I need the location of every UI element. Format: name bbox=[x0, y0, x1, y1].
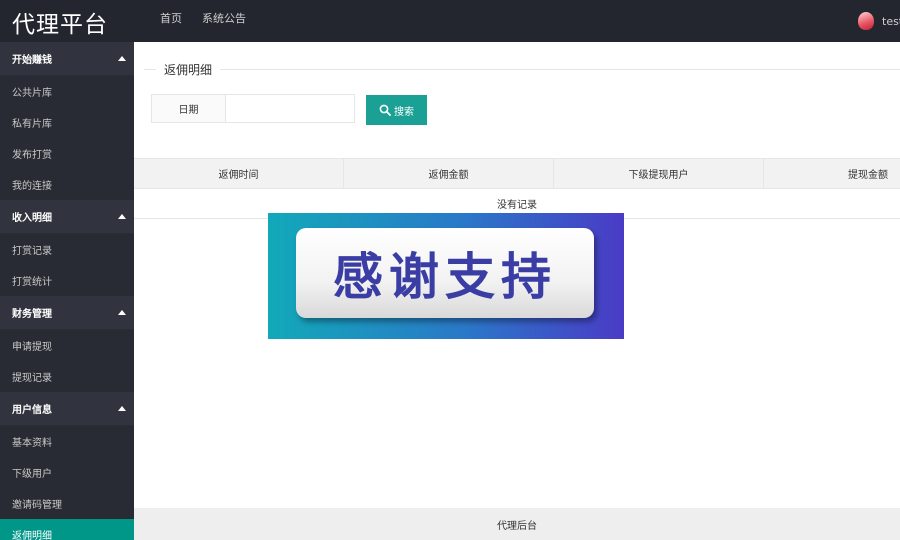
sidebar-item-my-links[interactable]: 我的连接 bbox=[0, 169, 134, 200]
search-button[interactable]: 搜索 bbox=[366, 95, 427, 125]
sidebar-group-label: 开始赚钱 bbox=[12, 55, 52, 66]
sidebar-item-reward-records[interactable]: 打赏记录 bbox=[0, 234, 134, 265]
sidebar-group-finance[interactable]: 财务管理 bbox=[0, 296, 134, 330]
sidebar-item-commission[interactable]: 返佣明细 bbox=[0, 519, 134, 540]
sidebar-item-sub-users[interactable]: 下级用户 bbox=[0, 457, 134, 488]
nav-home[interactable]: 首页 bbox=[150, 0, 192, 42]
sidebar-item-publish-reward[interactable]: 发布打赏 bbox=[0, 138, 134, 169]
search-button-label: 搜索 bbox=[394, 106, 414, 118]
table-header: 返佣时间 返佣金额 下级提现用户 提现金额 bbox=[134, 158, 900, 189]
footer: 代理后台 bbox=[134, 508, 900, 540]
sidebar-group-label: 用户信息 bbox=[12, 405, 52, 416]
banner-text: 感谢支持 bbox=[333, 248, 557, 306]
date-input[interactable] bbox=[225, 94, 355, 123]
page-title: 返佣明细 bbox=[156, 61, 221, 78]
sidebar-group-income[interactable]: 收入明细 bbox=[0, 200, 134, 234]
sidebar-item-reward-stats[interactable]: 打赏统计 bbox=[0, 265, 134, 296]
thanks-banner: 感谢支持 bbox=[268, 213, 624, 339]
search-icon bbox=[379, 104, 391, 116]
column-header[interactable]: 返佣金额 bbox=[344, 159, 554, 188]
divider bbox=[144, 69, 900, 70]
nav-announcements[interactable]: 系统公告 bbox=[192, 0, 256, 42]
top-header: 代理平台 首页 系统公告 test bbox=[0, 0, 900, 42]
username[interactable]: test bbox=[882, 15, 900, 28]
chevron-up-icon bbox=[118, 56, 126, 61]
sidebar-item-withdraw-records[interactable]: 提现记录 bbox=[0, 361, 134, 392]
top-nav: 首页 系统公告 bbox=[150, 0, 256, 42]
chevron-up-icon bbox=[118, 310, 126, 315]
column-header[interactable]: 提现金额 bbox=[764, 159, 900, 188]
column-header[interactable]: 下级提现用户 bbox=[554, 159, 764, 188]
banner-plate: 感谢支持 bbox=[296, 228, 594, 318]
avatar[interactable] bbox=[858, 12, 874, 30]
sidebar: 开始赚钱 公共片库 私有片库 发布打赏 我的连接 收入明细 打赏记录 打赏统计 … bbox=[0, 42, 134, 540]
sidebar-group-label: 财务管理 bbox=[12, 309, 52, 320]
sidebar-group-label: 收入明细 bbox=[12, 213, 52, 224]
sidebar-group-earn[interactable]: 开始赚钱 bbox=[0, 42, 134, 76]
chevron-up-icon bbox=[118, 214, 126, 219]
column-header[interactable]: 返佣时间 bbox=[134, 159, 344, 188]
sidebar-item-public-library[interactable]: 公共片库 bbox=[0, 76, 134, 107]
sidebar-group-user-info[interactable]: 用户信息 bbox=[0, 392, 134, 426]
date-label: 日期 bbox=[151, 94, 226, 123]
user-menu[interactable]: test bbox=[858, 0, 900, 42]
sidebar-item-invite-codes[interactable]: 邀请码管理 bbox=[0, 488, 134, 519]
sidebar-item-profile[interactable]: 基本资料 bbox=[0, 426, 134, 457]
sidebar-item-private-library[interactable]: 私有片库 bbox=[0, 107, 134, 138]
sidebar-item-apply-withdraw[interactable]: 申请提现 bbox=[0, 330, 134, 361]
chevron-up-icon bbox=[118, 406, 126, 411]
app-logo[interactable]: 代理平台 bbox=[12, 5, 108, 39]
